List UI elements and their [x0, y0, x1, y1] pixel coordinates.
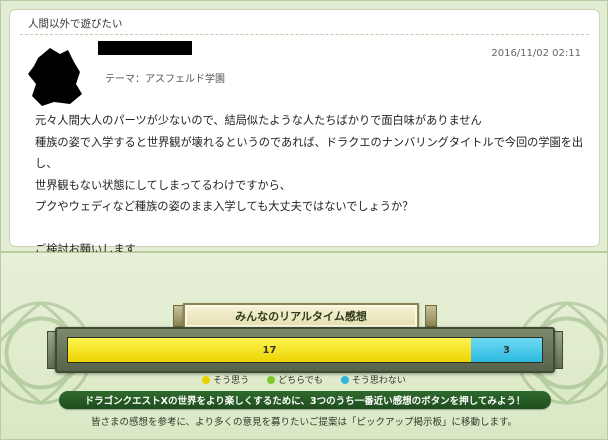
- no-dot-icon: [340, 375, 349, 384]
- username-redacted[interactable]: [98, 41, 192, 55]
- reaction-bar-frame: 17 3: [55, 327, 555, 373]
- avatar[interactable]: [24, 44, 94, 106]
- post-line: 種族の姿で入学すると世界観が壊れるというのであれば、ドラクエのナンバリングタイト…: [35, 135, 584, 171]
- reaction-legend: そう思う どちらでも そう思わない: [1, 373, 607, 386]
- theme-label: テーマ：アスフェルド学園: [105, 74, 225, 85]
- legend-item-either: どちらでも: [267, 373, 323, 386]
- info-text: 皆さまの感想を参考に、より多くの意見を募りたいご提案は「ピックアップ掲示板」に移…: [90, 417, 518, 428]
- reaction-header: みんなのリアルタイム感想: [183, 303, 419, 329]
- title-divider: [20, 34, 589, 35]
- post-frame: 人間以外で遊びたい テーマ：アスフェルド学園 2016/11/02 02:11 …: [0, 0, 608, 256]
- reaction-bar: 17 3: [67, 337, 543, 363]
- instruction-banner: ドラゴンクエストXの世界をより楽しくするために、3つのうち一番近い感想のボタンを…: [59, 391, 551, 409]
- legend-label: そう思う: [213, 376, 250, 386]
- post-line: プクやウェディなど種族の姿のまま入学しても大丈夫ではないでしょうか？: [35, 200, 414, 213]
- post-date: 2016/11/02 02:11: [491, 48, 581, 59]
- legend-label: そう思わない: [351, 376, 406, 386]
- post-card: 人間以外で遊びたい テーマ：アスフェルド学園 2016/11/02 02:11 …: [9, 9, 600, 256]
- segment-yes: 17: [68, 338, 471, 362]
- reaction-area: みんなのリアルタイム感想 17 3 そう思う どちらでも そう思わない ドラゴン…: [0, 252, 608, 440]
- post-line: 世界観もない状態にしてしまってるわけですから、: [35, 178, 291, 192]
- plate-cap-right: [425, 305, 437, 327]
- yes-dot-icon: [202, 375, 211, 384]
- segment-no: 3: [470, 338, 542, 362]
- post-body: 元々人間大人のパーツが少ないので、結局似たような人たちばかりで面白味がありません…: [35, 110, 595, 261]
- either-dot-icon: [267, 375, 276, 384]
- post-line-blank: [35, 218, 595, 240]
- post-title: 人間以外で遊びたい: [28, 18, 123, 30]
- post-line: 元々人間大人のパーツが少ないので、結局似たような人たちばかりで面白味がありません: [35, 114, 482, 127]
- legend-label: どちらでも: [278, 376, 323, 386]
- legend-item-no: そう思わない: [340, 373, 406, 386]
- legend-item-yes: そう思う: [202, 373, 249, 386]
